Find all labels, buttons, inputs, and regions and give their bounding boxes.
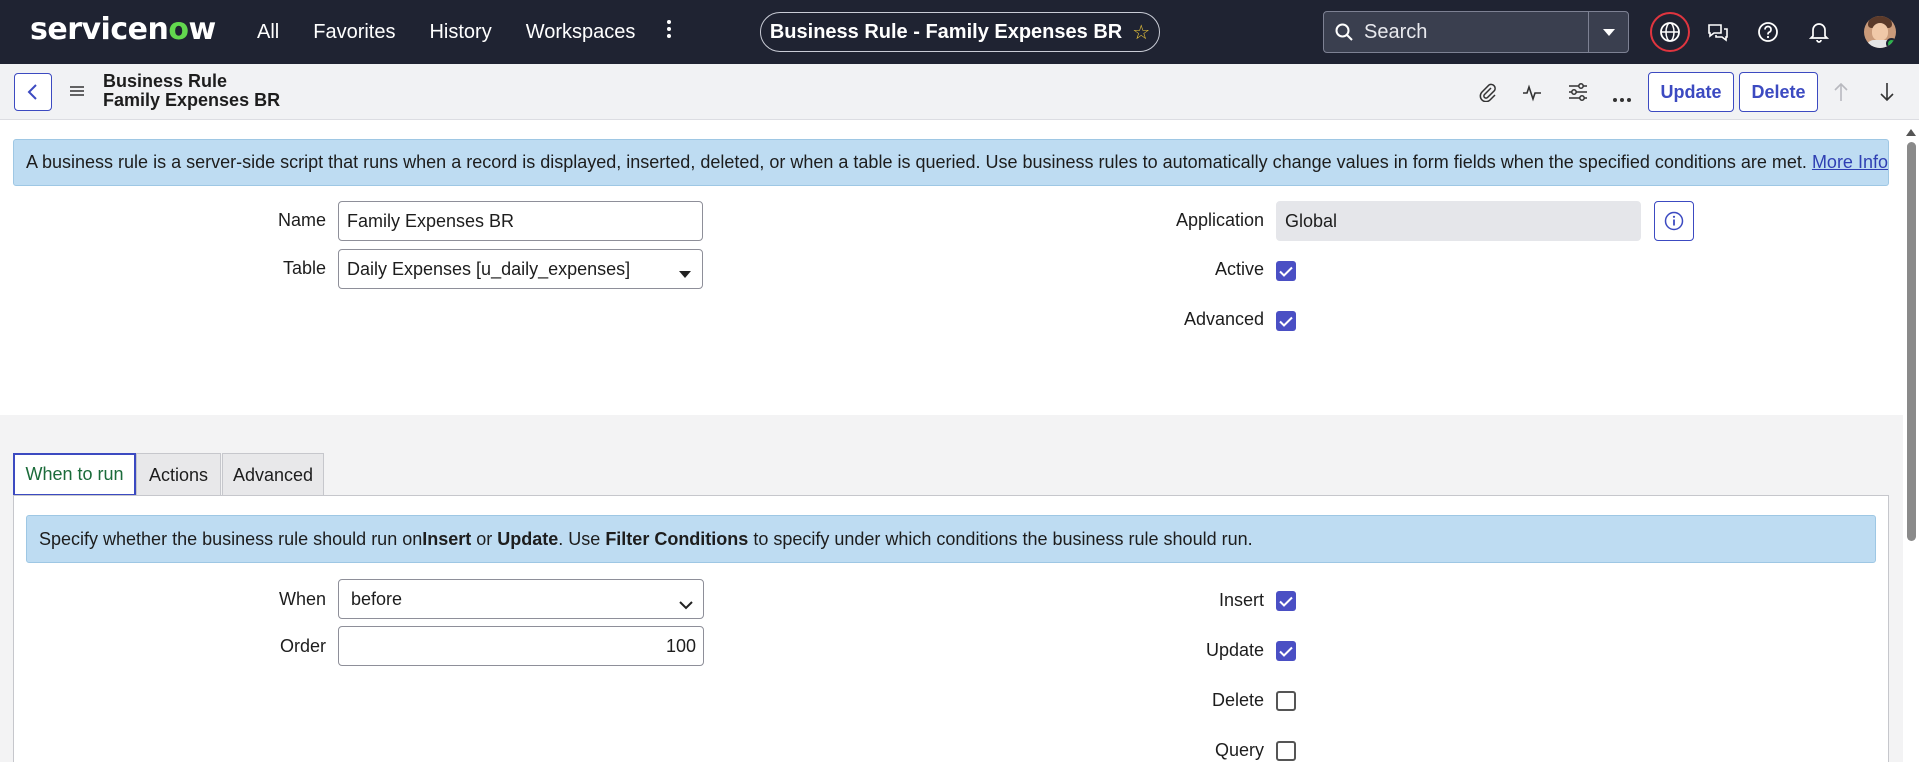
insert-label: Insert	[1218, 590, 1264, 610]
when-select[interactable]: before	[338, 579, 704, 619]
update-button[interactable]: Update	[1648, 72, 1734, 112]
global-search[interactable]: Search	[1323, 11, 1629, 53]
when-label: When	[278, 589, 326, 609]
banner-text-part: to specify under which conditions the bu…	[748, 528, 1253, 549]
activity-icon[interactable]	[1522, 82, 1542, 107]
record-title: Business Rule - Family Expenses BR	[769, 20, 1123, 43]
order-label: Order	[279, 636, 326, 656]
nav-history[interactable]: History	[429, 21, 491, 44]
when-to-run-info-banner: Specify whether the business rule should…	[26, 515, 1876, 563]
search-icon	[1324, 23, 1364, 41]
info-icon[interactable]	[1654, 201, 1694, 241]
query-checkbox[interactable]	[1276, 741, 1296, 761]
application-field: Global	[1276, 201, 1641, 241]
insert-checkbox[interactable]	[1276, 591, 1296, 611]
star-icon[interactable]: ☆	[1132, 20, 1150, 45]
help-icon[interactable]	[1750, 14, 1786, 50]
form-header: Business Rule Family Expenses BR Update …	[0, 64, 1919, 120]
search-input[interactable]: Search	[1364, 21, 1588, 44]
chevron-down-icon	[679, 594, 693, 615]
delete-label: Delete	[1211, 690, 1264, 710]
info-banner-text: A business rule is a server-side script …	[26, 152, 1807, 172]
query-label: Query	[1214, 740, 1264, 760]
banner-insert-text: Insert	[422, 528, 472, 549]
notification-bell-icon[interactable]	[1801, 14, 1837, 50]
next-record-icon[interactable]	[1879, 82, 1895, 107]
form-title: Business Rule Family Expenses BR	[103, 72, 280, 110]
table-value: Daily Expenses [u_daily_expenses]	[347, 258, 631, 279]
more-actions-icon[interactable]	[1612, 90, 1632, 108]
more-info-link[interactable]: More Info	[1812, 152, 1888, 173]
nav-links: All Favorites History Workspaces	[257, 0, 669, 64]
update-checkbox[interactable]	[1276, 641, 1296, 661]
table-label: Table	[282, 258, 326, 278]
scroll-up-arrow-icon[interactable]	[1905, 124, 1917, 142]
tab-when-to-run[interactable]: When to run	[13, 453, 136, 496]
top-navigation-bar: servicenow All Favorites History Workspa…	[0, 0, 1919, 64]
delete-checkbox[interactable]	[1276, 691, 1296, 711]
active-label: Active	[1214, 259, 1264, 279]
advanced-checkbox[interactable]	[1276, 311, 1296, 331]
active-checkbox[interactable]	[1276, 261, 1296, 281]
banner-text-part: . Use	[558, 528, 606, 549]
form-title-record: Family Expenses BR	[103, 90, 281, 110]
scrollbar-thumb[interactable]	[1907, 142, 1916, 541]
back-button[interactable]	[14, 73, 52, 111]
banner-filter-text: Filter Conditions	[605, 528, 749, 549]
tab-actions[interactable]: Actions	[136, 453, 221, 496]
business-rule-info-banner: A business rule is a server-side script …	[13, 139, 1889, 186]
more-menu-icon[interactable]	[666, 18, 672, 47]
chat-icon[interactable]	[1700, 14, 1736, 50]
form-context-menu-icon[interactable]	[70, 84, 84, 102]
chevron-down-icon	[678, 263, 692, 284]
application-label: Application	[1175, 210, 1264, 230]
online-status-icon	[1886, 38, 1896, 48]
user-avatar[interactable]	[1864, 16, 1896, 48]
form-title-type: Business Rule	[103, 71, 228, 91]
when-value: before	[351, 588, 403, 609]
settings-sliders-icon[interactable]	[1568, 82, 1588, 107]
nav-all[interactable]: All	[257, 21, 279, 44]
name-field[interactable]: Family Expenses BR	[338, 201, 703, 241]
tab-advanced[interactable]: Advanced	[222, 453, 324, 496]
order-field[interactable]: 100	[338, 626, 704, 666]
delete-button[interactable]: Delete	[1739, 72, 1818, 112]
banner-text-part: or	[471, 528, 498, 549]
record-title-pill[interactable]: Business Rule - Family Expenses BR ☆	[760, 12, 1160, 52]
update-label: Update	[1205, 640, 1264, 660]
nav-favorites[interactable]: Favorites	[313, 21, 395, 44]
banner-update-text: Update	[497, 528, 559, 549]
search-dropdown-icon[interactable]	[1588, 12, 1628, 52]
globe-icon[interactable]	[1650, 12, 1690, 52]
name-label: Name	[277, 210, 326, 230]
table-select[interactable]: Daily Expenses [u_daily_expenses]	[338, 249, 703, 289]
previous-record-icon[interactable]	[1833, 82, 1849, 107]
banner-text-part: Specify whether the business rule should…	[39, 528, 423, 549]
advanced-label: Advanced	[1183, 309, 1264, 329]
nav-workspaces[interactable]: Workspaces	[526, 21, 636, 44]
attachment-icon[interactable]	[1477, 82, 1497, 107]
servicenow-logo[interactable]: servicenow	[30, 12, 216, 47]
